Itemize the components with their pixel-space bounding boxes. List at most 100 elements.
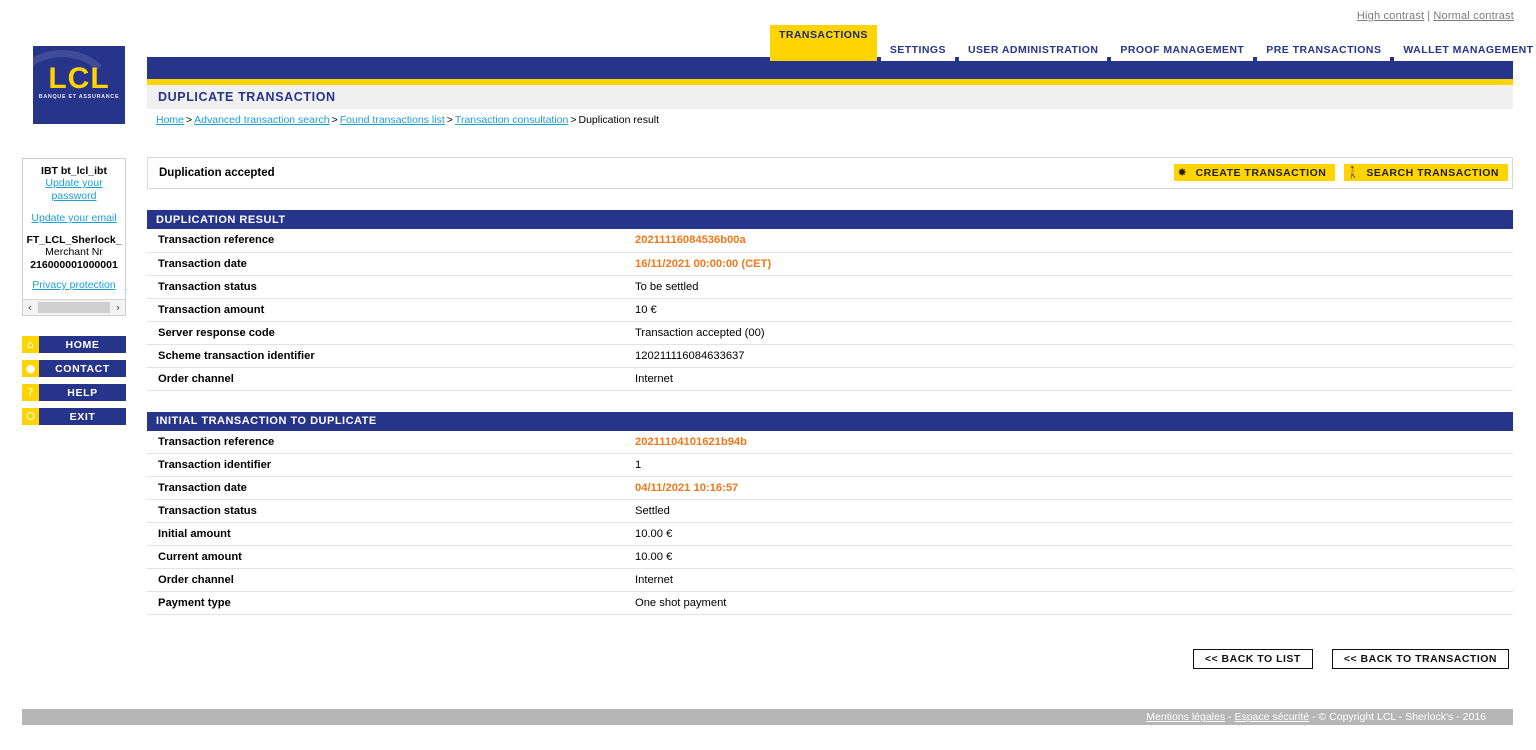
scrollbar-thumb[interactable] [38, 302, 110, 313]
duplication-result-section: DUPLICATION RESULT Transaction reference… [147, 210, 1513, 391]
table-row: Payment type One shot payment [147, 591, 1513, 615]
tab-proof-management[interactable]: PROOF MANAGEMENT [1111, 39, 1254, 61]
tab-wallet-management[interactable]: WALLET MANAGEMENT [1394, 39, 1536, 61]
initial-transaction-section: INITIAL TRANSACTION TO DUPLICATE Transac… [147, 411, 1513, 615]
row-value: 04/11/2021 10:16:57 [634, 476, 1513, 500]
duplication-result-heading: DUPLICATION RESULT [147, 210, 1513, 229]
table-row: Order channel Internet [147, 367, 1513, 391]
update-password-link[interactable]: Update your password [23, 177, 125, 203]
table-row: Transaction status Settled [147, 499, 1513, 523]
sidebar-horizontal-scrollbar[interactable]: ‹ › [23, 299, 125, 315]
walking-person-icon: 🚶 [1344, 164, 1362, 181]
tab-settings[interactable]: SETTINGS [880, 39, 955, 61]
breadcrumb-item-found-list[interactable]: Found transactions list [340, 114, 445, 126]
row-label: Payment type [147, 591, 634, 615]
sidebar-item-contact-label: CONTACT [39, 360, 126, 377]
footer: Mentions légales - Espace sécurité - © C… [22, 709, 1513, 725]
action-buttons: ✸ CREATE TRANSACTION 🚶 SEARCH TRANSACTIO… [1173, 164, 1508, 181]
scroll-right-arrow-icon[interactable]: › [111, 301, 125, 314]
logo-tagline: BANQUE ET ASSURANCE [38, 94, 120, 100]
tab-user-administration-label: USER ADMINISTRATION [967, 44, 1099, 56]
app-page: High contrast | Normal contrast LCL BANQUE… [0, 0, 1536, 750]
scroll-left-arrow-icon[interactable]: ‹ [23, 301, 37, 314]
footer-copyright: - © Copyright LCL - Sherlock's - 2016 [1309, 711, 1486, 723]
row-label: Transaction reference [147, 229, 634, 253]
row-value: 10.00 € [634, 545, 1513, 569]
footer-text: Mentions légales - Espace sécurité - © C… [1146, 711, 1486, 723]
table-row: Transaction amount 10 € [147, 298, 1513, 322]
row-value: Settled [634, 499, 1513, 523]
sidebar-merchant-label: Merchant Nr [45, 246, 103, 258]
tab-transactions-label: TRANSACTIONS [779, 29, 868, 41]
table-row: Transaction identifier 1 [147, 453, 1513, 477]
sidebar-item-exit-label: EXIT [39, 408, 126, 425]
back-to-list-button[interactable]: << BACK TO LIST [1192, 649, 1313, 669]
tab-pre-transactions[interactable]: PRE TRANSACTIONS [1257, 39, 1391, 61]
home-icon: ⌂ [22, 336, 39, 353]
tab-wallet-management-label: WALLET MANAGEMENT [1403, 44, 1534, 56]
lcl-logo[interactable]: LCL BANQUE ET ASSURANCE [33, 46, 125, 124]
table-row: Transaction reference 20211116084536b00a [147, 229, 1513, 253]
create-transaction-button[interactable]: ✸ CREATE TRANSACTION [1173, 164, 1336, 181]
row-value: 1 [634, 453, 1513, 477]
sidebar-item-help[interactable]: ? HELP [22, 384, 126, 401]
breadcrumb-item-advanced-search[interactable]: Advanced transaction search [194, 114, 329, 126]
row-label: Transaction status [147, 499, 634, 523]
sidebar-nav: ⌂ HOME ● CONTACT ? HELP ⭘ EXIT [22, 336, 126, 432]
legal-notice-link[interactable]: Mentions légales [1146, 711, 1225, 723]
security-space-link[interactable]: Espace sécurité [1234, 711, 1309, 723]
search-transaction-label: SEARCH TRANSACTION [1366, 166, 1499, 179]
tab-user-administration[interactable]: USER ADMINISTRATION [958, 39, 1108, 61]
breadcrumb-item-home[interactable]: Home [156, 114, 184, 126]
table-row: Server response code Transaction accepte… [147, 321, 1513, 345]
row-label: Order channel [147, 568, 634, 592]
row-value: Internet [634, 568, 1513, 592]
initial-transaction-heading: INITIAL TRANSACTION TO DUPLICATE [147, 411, 1513, 431]
contrast-separator: | [1427, 10, 1431, 22]
status-message-bar: Duplication accepted ✸ CREATE TRANSACTIO… [147, 157, 1513, 189]
breadcrumb-separator-1: > [186, 114, 193, 126]
row-value: Internet [634, 367, 1513, 391]
row-label: Transaction date [147, 476, 634, 500]
status-message: Duplication accepted [159, 167, 275, 179]
row-value: To be settled [634, 275, 1513, 299]
row-value: 120211116084633637 [634, 344, 1513, 368]
table-row: Transaction date 16/11/2021 00:00:00 (CE… [147, 252, 1513, 276]
breadcrumb-separator-2: > [331, 114, 338, 126]
main-content: Duplication accepted ✸ CREATE TRANSACTIO… [147, 157, 1513, 669]
sidebar-item-help-label: HELP [39, 384, 126, 401]
table-row: Transaction status To be settled [147, 275, 1513, 299]
row-value: 16/11/2021 00:00:00 (CET) [634, 252, 1513, 276]
row-value: 10 € [634, 298, 1513, 322]
update-email-link[interactable]: Update your email [23, 212, 125, 225]
contrast-switcher: High contrast | Normal contrast [1357, 10, 1514, 22]
bottom-buttons: << BACK TO LIST << BACK TO TRANSACTION [1192, 649, 1509, 669]
table-row: Initial amount 10.00 € [147, 522, 1513, 546]
row-value: Transaction accepted (00) [634, 321, 1513, 345]
tab-transactions[interactable]: TRANSACTIONS [770, 25, 877, 61]
sidebar-item-contact[interactable]: ● CONTACT [22, 360, 126, 377]
page-title: DUPLICATE TRANSACTION [158, 90, 336, 104]
breadcrumb-separator-3: > [446, 114, 453, 126]
high-contrast-link[interactable]: High contrast [1357, 10, 1424, 22]
row-label: Order channel [147, 367, 634, 391]
search-transaction-button[interactable]: 🚶 SEARCH TRANSACTION [1344, 164, 1508, 181]
duplication-result-table: Transaction reference 20211116084536b00a… [147, 229, 1513, 391]
normal-contrast-link[interactable]: Normal contrast [1433, 10, 1514, 22]
table-row: Current amount 10.00 € [147, 545, 1513, 569]
breadcrumb-item-transaction-consultation[interactable]: Transaction consultation [455, 114, 568, 126]
sidebar-item-home[interactable]: ⌂ HOME [22, 336, 126, 353]
main-tabs: TRANSACTIONS SETTINGS USER ADMINISTRATIO… [770, 25, 1536, 61]
privacy-protection-link[interactable]: Privacy protection [23, 279, 125, 292]
star-burst-icon: ✸ [1173, 164, 1191, 181]
sidebar-item-exit[interactable]: ⭘ EXIT [22, 408, 126, 425]
sidebar-username: IBT bt_lcl_ibt [41, 165, 107, 177]
row-value: 20211104101621b94b [634, 430, 1513, 454]
tab-settings-label: SETTINGS [889, 44, 946, 56]
back-to-transaction-button[interactable]: << BACK TO TRANSACTION [1331, 649, 1509, 669]
breadcrumb-item-current: Duplication result [578, 114, 660, 126]
row-value: One shot payment [634, 591, 1513, 615]
row-label: Transaction identifier [147, 453, 634, 477]
sidebar-merchant-name: FT_LCL_Sherlock_ [26, 234, 122, 246]
